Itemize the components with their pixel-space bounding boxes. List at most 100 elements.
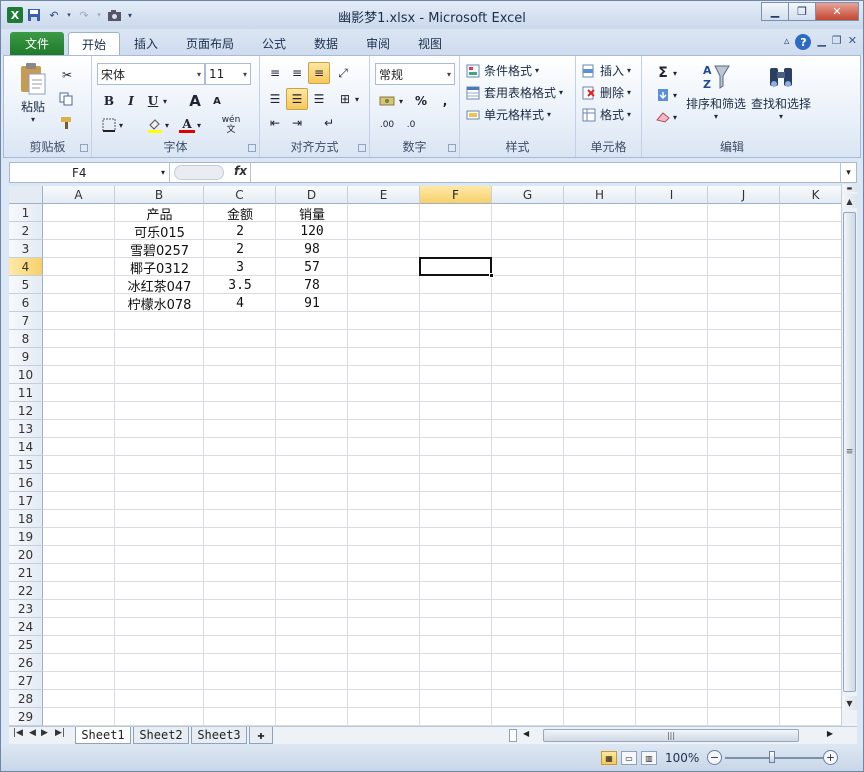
page-layout-view-icon[interactable]: ▭: [621, 751, 637, 765]
column-header-c[interactable]: C: [204, 186, 276, 204]
bold-button[interactable]: B: [98, 90, 120, 112]
tab-split-handle[interactable]: [509, 729, 517, 742]
customize-toolbar-icon[interactable]: ▾: [125, 6, 135, 24]
row-header-4[interactable]: 4: [9, 258, 43, 276]
find-select-button[interactable]: 查找和选择 ▾: [748, 62, 814, 132]
fill-color-dropdown-icon[interactable]: ▾: [162, 114, 172, 136]
increase-indent-icon[interactable]: ⇥: [286, 112, 308, 134]
row-header-6[interactable]: 6: [9, 294, 43, 312]
cell-c1[interactable]: 金额: [204, 204, 276, 223]
cell-c5[interactable]: 3.5: [204, 276, 276, 294]
row-header-11[interactable]: 11: [9, 384, 43, 402]
active-cell-selection[interactable]: [419, 257, 494, 278]
redo-dropdown-icon[interactable]: ▾: [95, 6, 103, 24]
column-header-g[interactable]: G: [492, 186, 564, 204]
comma-button[interactable]: ,: [434, 90, 456, 112]
formula-bar-splitter[interactable]: [174, 165, 224, 180]
cell-d4[interactable]: 57: [276, 258, 348, 276]
formula-input[interactable]: [250, 163, 840, 182]
row-header-27[interactable]: 27: [9, 672, 43, 690]
row-header-15[interactable]: 15: [9, 456, 43, 474]
row-header-23[interactable]: 23: [9, 600, 43, 618]
currency-dropdown-icon[interactable]: ▾: [396, 90, 406, 112]
next-sheet-icon[interactable]: ▶: [41, 728, 48, 738]
align-right-icon[interactable]: ☰: [308, 88, 330, 110]
cell-b5[interactable]: 冰红茶047: [115, 276, 204, 295]
increase-decimal-button[interactable]: .00: [376, 114, 398, 136]
merge-dropdown-icon[interactable]: ▾: [352, 88, 362, 110]
scroll-left-icon[interactable]: ◀: [523, 729, 529, 738]
italic-button[interactable]: I: [120, 90, 142, 112]
autosum-dropdown-icon[interactable]: ▾: [670, 62, 680, 84]
cell-d6[interactable]: 91: [276, 294, 348, 312]
row-header-29[interactable]: 29: [9, 708, 43, 726]
format-painter-icon[interactable]: [56, 112, 78, 134]
sort-filter-button[interactable]: AZ 排序和筛选 ▾: [684, 62, 748, 132]
font-name-combo[interactable]: 宋体 ▾: [97, 63, 205, 85]
underline-dropdown-icon[interactable]: ▾: [160, 90, 170, 112]
cell-b3[interactable]: 雪碧0257: [115, 240, 204, 259]
tab-home[interactable]: 开始: [68, 32, 120, 55]
window-minimize-icon[interactable]: ▁: [817, 34, 825, 50]
scroll-up-icon[interactable]: ▲: [842, 194, 857, 208]
currency-icon[interactable]: [376, 90, 398, 112]
select-all-corner[interactable]: [9, 186, 43, 204]
tab-insert[interactable]: 插入: [125, 32, 167, 55]
tab-review[interactable]: 审阅: [357, 32, 399, 55]
zoom-slider-thumb[interactable]: [769, 751, 775, 763]
row-header-14[interactable]: 14: [9, 438, 43, 456]
cut-icon[interactable]: ✂: [56, 64, 78, 86]
row-header-13[interactable]: 13: [9, 420, 43, 438]
cell-b1[interactable]: 产品: [115, 204, 204, 223]
sheet-tab-sheet2[interactable]: Sheet2: [133, 727, 189, 744]
redo-icon[interactable]: ↷: [75, 6, 93, 24]
column-header-a[interactable]: A: [43, 186, 115, 204]
window-close-icon[interactable]: ✕: [848, 34, 857, 50]
phonetic-button[interactable]: wén 文: [216, 114, 246, 136]
decrease-decimal-button[interactable]: .0: [400, 114, 422, 136]
row-header-28[interactable]: 28: [9, 690, 43, 708]
row-header-12[interactable]: 12: [9, 402, 43, 420]
font-color-dropdown-icon[interactable]: ▾: [194, 114, 204, 136]
horizontal-scrollbar[interactable]: ◀ ||| ▶: [519, 728, 841, 743]
row-header-17[interactable]: 17: [9, 492, 43, 510]
row-header-7[interactable]: 7: [9, 312, 43, 330]
sheet-tab-sheet1[interactable]: Sheet1: [75, 727, 131, 744]
tab-page-layout[interactable]: 页面布局: [179, 32, 241, 55]
expand-formula-bar-icon[interactable]: ▾: [840, 163, 856, 182]
row-header-20[interactable]: 20: [9, 546, 43, 564]
delete-cells-button[interactable]: 删除 ▾: [582, 84, 631, 101]
row-header-2[interactable]: 2: [9, 222, 43, 240]
first-sheet-icon[interactable]: |◀: [13, 728, 23, 738]
save-icon[interactable]: [25, 6, 43, 24]
percent-button[interactable]: %: [410, 90, 432, 112]
zoom-level[interactable]: 100%: [665, 751, 699, 765]
format-as-table-button[interactable]: 套用表格格式 ▾: [466, 84, 563, 101]
row-header-26[interactable]: 26: [9, 654, 43, 672]
column-header-k[interactable]: K: [780, 186, 841, 204]
scroll-down-icon[interactable]: ▼: [842, 696, 857, 710]
cell-d5[interactable]: 78: [276, 276, 348, 294]
decrease-indent-icon[interactable]: ⇤: [264, 112, 286, 134]
tab-file[interactable]: 文件: [10, 32, 64, 55]
ribbon-minimize-icon[interactable]: ▵: [784, 34, 790, 50]
minimize-button[interactable]: ▁: [761, 2, 789, 21]
format-cells-button[interactable]: 格式 ▾: [582, 106, 631, 123]
number-launcher-icon[interactable]: [448, 144, 456, 152]
undo-dropdown-icon[interactable]: ▾: [65, 6, 73, 24]
camera-icon[interactable]: [105, 6, 123, 24]
insert-function-button[interactable]: fx: [234, 164, 247, 178]
font-size-combo[interactable]: 11 ▾: [205, 63, 251, 85]
align-bottom-icon[interactable]: ≡: [308, 62, 330, 84]
scroll-right-icon[interactable]: ▶: [827, 729, 833, 738]
clear-dropdown-icon[interactable]: ▾: [670, 106, 680, 128]
cell-c3[interactable]: 2: [204, 240, 276, 258]
row-header-3[interactable]: 3: [9, 240, 43, 258]
column-header-d[interactable]: D: [276, 186, 348, 204]
copy-icon[interactable]: [56, 88, 78, 110]
row-header-16[interactable]: 16: [9, 474, 43, 492]
text-orientation-icon[interactable]: ⤢: [332, 62, 354, 84]
row-header-24[interactable]: 24: [9, 618, 43, 636]
number-format-combo[interactable]: 常规 ▾: [375, 63, 455, 85]
borders-dropdown-icon[interactable]: ▾: [116, 114, 126, 136]
